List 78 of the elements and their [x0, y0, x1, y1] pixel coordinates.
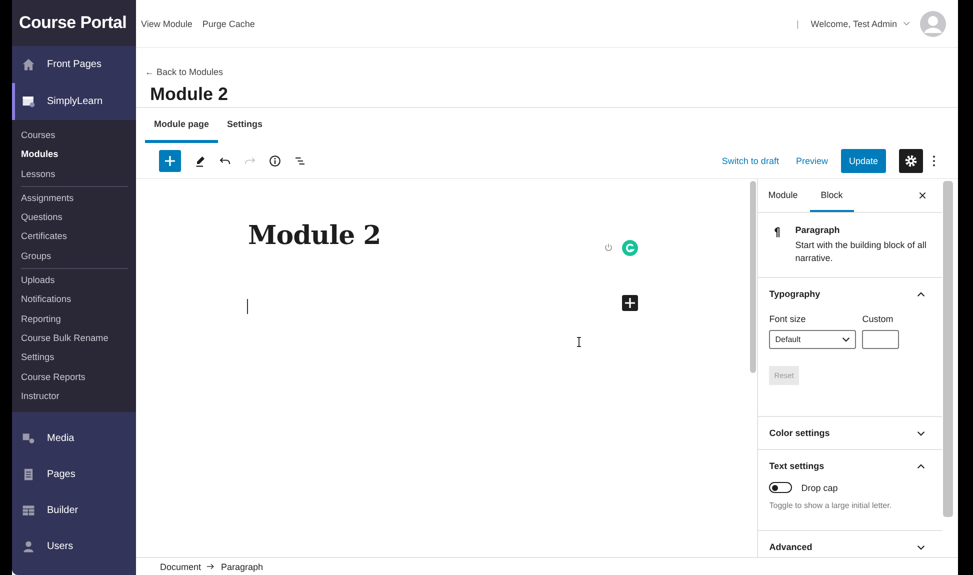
- home-icon: [22, 58, 35, 71]
- block-description: Start with the building block of all narrative.: [795, 239, 928, 265]
- breadcrumb-item[interactable]: Paragraph: [221, 562, 264, 572]
- text-cursor: [247, 299, 248, 314]
- info-icon[interactable]: [269, 154, 281, 166]
- field-label: Font size: [769, 314, 807, 324]
- power-icon[interactable]: [604, 243, 613, 252]
- toggle-label: Drop cap: [801, 482, 838, 492]
- add-block-button[interactable]: [622, 295, 638, 311]
- switch-to-draft-link[interactable]: Switch to draft: [722, 156, 779, 166]
- sidebar-item[interactable]: Media: [12, 420, 136, 456]
- submenu-item[interactable]: Groups: [21, 246, 136, 266]
- update-button[interactable]: Update: [840, 148, 886, 172]
- chevron-up-icon: [917, 464, 926, 468]
- block-name: Paragraph: [795, 225, 841, 235]
- sidebar-item[interactable]: Pages: [12, 456, 136, 492]
- plus-icon: [625, 298, 635, 308]
- preview-link[interactable]: Preview: [796, 156, 828, 166]
- more-options-icon[interactable]: [932, 154, 936, 166]
- submenu-item[interactable]: Questions: [21, 208, 136, 228]
- back-link[interactable]: ← Back to Modules: [145, 67, 224, 77]
- mouse-cursor-icon: [576, 337, 582, 347]
- breadcrumb-item[interactable]: Document: [160, 562, 202, 572]
- section-toggle[interactable]: Text settings: [758, 450, 942, 482]
- tab[interactable]: Settings: [218, 108, 272, 143]
- user-menu[interactable]: Welcome, Test Admin: [810, 18, 897, 28]
- section-toggle[interactable]: Advanced: [758, 531, 942, 557]
- submenu-item[interactable]: Courses: [21, 126, 136, 146]
- paragraph-icon: [773, 227, 782, 238]
- chevron-up-icon: [917, 292, 926, 296]
- chevron-down-icon: [903, 21, 910, 26]
- submenu-item[interactable]: Certificates: [21, 227, 136, 247]
- toggle-switch[interactable]: [769, 482, 792, 493]
- submenu-item[interactable]: Instructor: [21, 386, 136, 406]
- submenu-item[interactable]: Assignments: [21, 188, 136, 208]
- scrollbar-thumb[interactable]: [750, 181, 756, 373]
- calendar-icon: [22, 95, 35, 108]
- panel-tab[interactable]: Block: [810, 179, 854, 212]
- section-toggle[interactable]: Typography: [758, 278, 942, 310]
- submenu-item[interactable]: Reporting: [21, 310, 136, 329]
- page-icon: [22, 468, 35, 481]
- arrow-right-icon: [207, 563, 216, 570]
- section-toggle[interactable]: Color settings: [758, 417, 942, 449]
- submenu-item[interactable]: Modules: [21, 145, 136, 165]
- chevron-down-icon: [917, 544, 926, 550]
- settings-icon: [904, 154, 918, 168]
- top-link[interactable]: Purge Cache: [202, 18, 255, 28]
- plus-icon: [164, 154, 176, 166]
- page-title: Module 2: [150, 84, 230, 105]
- list-view-icon[interactable]: [294, 154, 306, 166]
- custom-size-input[interactable]: [862, 330, 900, 349]
- post-title[interactable]: Module 2: [248, 221, 381, 251]
- pencil-icon[interactable]: [194, 154, 206, 166]
- submenu-item[interactable]: Settings: [21, 348, 136, 368]
- submenu-item[interactable]: Course Reports: [21, 368, 136, 387]
- table-icon: [22, 504, 35, 517]
- brand-title: Course Portal: [12, 0, 136, 46]
- chevron-down-icon: [917, 430, 926, 436]
- separator-text: |: [796, 18, 799, 28]
- close-icon[interactable]: [919, 192, 926, 199]
- submenu-item[interactable]: Notifications: [21, 290, 136, 310]
- sidebar-item[interactable]: Builder: [12, 492, 136, 528]
- submenu-item[interactable]: Uploads: [21, 271, 136, 290]
- sidebar-item[interactable]: Front Pages: [12, 46, 136, 83]
- user-icon: [22, 540, 35, 553]
- tab[interactable]: Module page: [145, 108, 218, 143]
- field-label: Custom: [862, 314, 894, 324]
- scrollbar-thumb[interactable]: [943, 181, 954, 517]
- submenu-item[interactable]: Lessons: [21, 164, 136, 184]
- chevron-down-icon: [842, 337, 850, 342]
- panel-tab[interactable]: Module: [768, 179, 808, 212]
- sidebar-item[interactable]: Users: [12, 528, 136, 564]
- media-icon: [22, 432, 35, 445]
- submenu-item[interactable]: Course Bulk Rename: [21, 328, 136, 348]
- font-size-select[interactable]: Default: [769, 330, 856, 349]
- top-link[interactable]: View Module: [141, 18, 192, 28]
- help-text: Toggle to show a large initial letter.: [769, 501, 893, 510]
- settings-button[interactable]: [899, 148, 923, 172]
